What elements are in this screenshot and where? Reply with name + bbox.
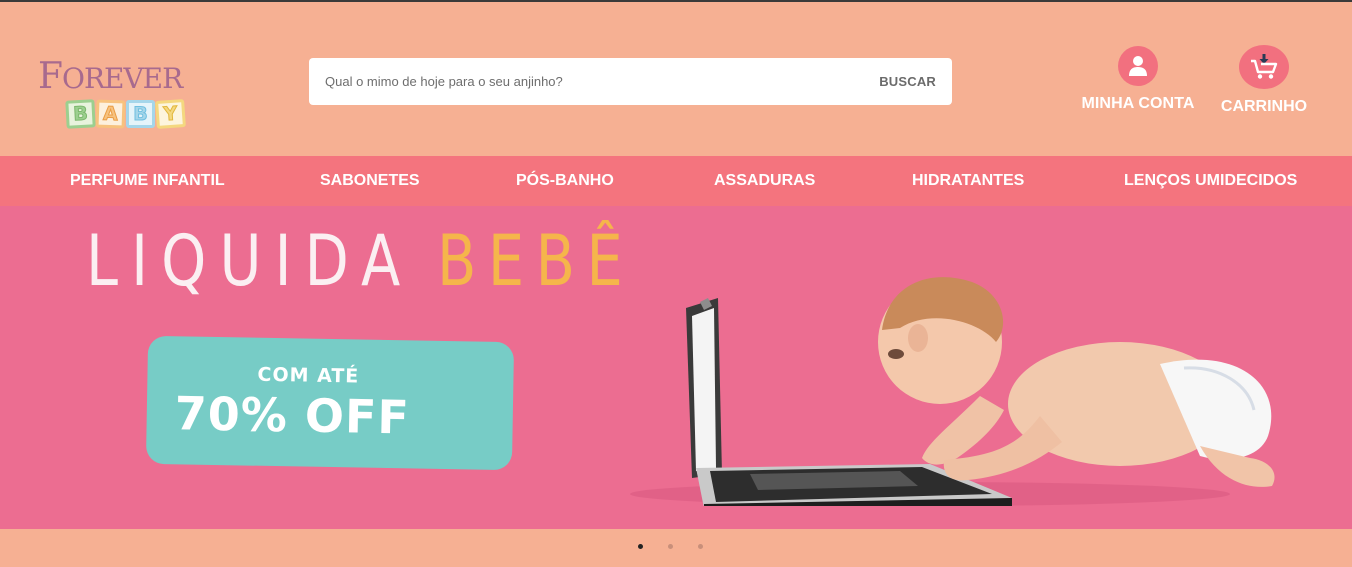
category-nav: PERFUME INFANTIL SABONETES PÓS-BANHO ASS… bbox=[0, 156, 1352, 206]
discount-badge-small: COM ATÉ bbox=[257, 363, 360, 388]
logo-block: B bbox=[126, 100, 155, 128]
carousel-dot-2[interactable] bbox=[666, 542, 674, 550]
nav-item-lencos-umidecidos[interactable]: LENÇOS UMIDECIDOS bbox=[1124, 156, 1297, 206]
site-header: FOREVER B A B Y BUSCAR MINHA CONTA bbox=[0, 2, 1352, 156]
nav-item-pos-banho[interactable]: PÓS-BANHO bbox=[516, 156, 614, 206]
promo-banner[interactable]: LIQUIDA BEBÊ COM ATÉ 70% OFF bbox=[0, 206, 1352, 529]
logo-block: A bbox=[95, 99, 126, 129]
search-input[interactable] bbox=[309, 58, 870, 105]
cart-link[interactable]: CARRINHO bbox=[1218, 45, 1310, 116]
discount-badge-big: 70% OFF bbox=[174, 386, 411, 445]
carousel-dot-1[interactable] bbox=[636, 542, 644, 550]
logo-baby-blocks: B A B Y bbox=[65, 99, 186, 129]
nav-item-perfume-infantil[interactable]: PERFUME INFANTIL bbox=[70, 156, 225, 206]
cart-label: CARRINHO bbox=[1220, 98, 1308, 115]
carousel-dot-3[interactable] bbox=[696, 542, 704, 550]
baby-laptop-image bbox=[630, 277, 1275, 506]
headline-liquida-text: LIQUIDA bbox=[86, 220, 414, 302]
logo-wordmark: FOREVER bbox=[38, 56, 183, 97]
logo-block: B bbox=[65, 99, 96, 129]
forever-baby-logo[interactable]: FOREVER B A B Y bbox=[38, 56, 188, 132]
user-icon bbox=[1118, 46, 1158, 86]
search-button[interactable]: BUSCAR bbox=[869, 58, 952, 105]
my-account-label: MINHA CONTA bbox=[1081, 95, 1195, 112]
search-bar: BUSCAR bbox=[309, 58, 952, 105]
banner-headline-liquida: LIQUIDA bbox=[86, 226, 485, 296]
nav-item-assaduras[interactable]: ASSADURAS bbox=[714, 156, 815, 206]
discount-badge: COM ATÉ 70% OFF bbox=[145, 335, 515, 471]
my-account-link[interactable]: MINHA CONTA bbox=[1080, 46, 1196, 113]
cart-icon bbox=[1239, 45, 1289, 89]
nav-item-sabonetes[interactable]: SABONETES bbox=[320, 156, 420, 206]
nav-item-hidratantes[interactable]: HIDRATANTES bbox=[912, 156, 1024, 206]
logo-block: Y bbox=[155, 99, 186, 129]
carousel-dots bbox=[636, 542, 704, 550]
